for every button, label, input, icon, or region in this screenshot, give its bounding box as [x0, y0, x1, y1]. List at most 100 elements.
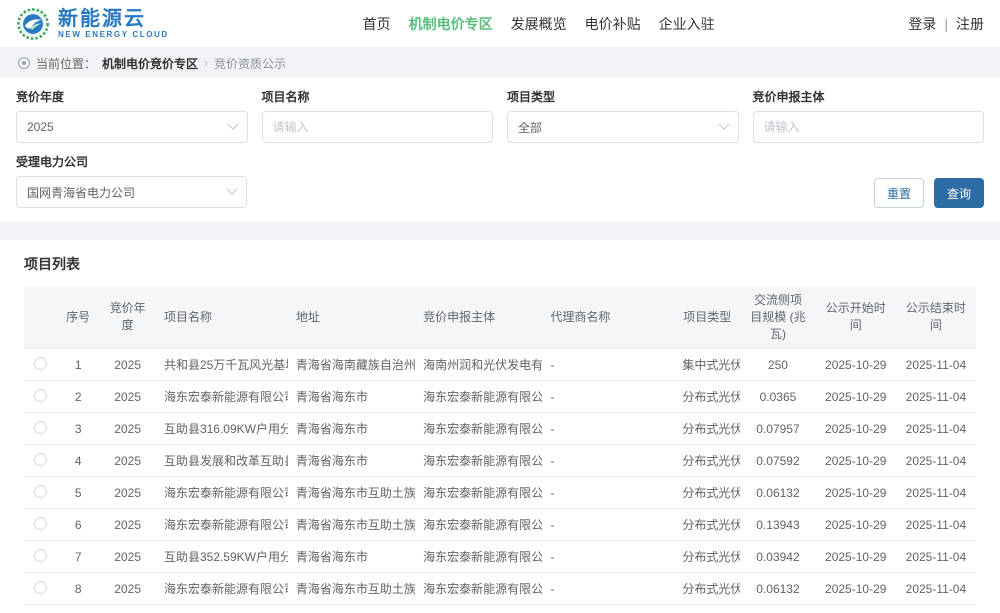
cell-seq: 3 [56, 412, 100, 446]
table-row: 72025互助县352.59KW户用分布式...青海省海东市海东宏泰新能源有限公… [24, 540, 976, 574]
cell-project-type: 分布式光伏 [674, 380, 741, 414]
nav-item[interactable]: 电价补贴 [585, 14, 641, 34]
cell-project-type: 分布式光伏 [674, 444, 741, 478]
cell-project-type: 分布式光伏 [674, 604, 741, 613]
nav-item[interactable]: 企业入驻 [659, 14, 715, 34]
column-header: 序号 [56, 286, 100, 349]
cell-agent: - [542, 348, 675, 382]
table-row: 32025互助县316.09KW户用分布式...青海省海东市海东宏泰新能源有限公… [24, 412, 976, 446]
cell-year: 2025 [99, 348, 156, 382]
register-link[interactable]: 注册 [956, 14, 984, 34]
bid-subject-input[interactable] [763, 120, 973, 134]
cell-project-name: 海东宏泰新能源有限公司项目1 [155, 604, 288, 613]
cell-address: 青海省海南藏族自治州共和县 [287, 348, 416, 382]
cell-bid-subject: 海东宏泰新能源有限公司 [415, 604, 543, 613]
cell-year: 2025 [99, 412, 156, 446]
breadcrumb-root[interactable]: 机制电价竞价专区 [102, 55, 198, 72]
table-body: 12025共和县25万千瓦风光基地源网...青海省海南藏族自治州共和县海南州润和… [24, 348, 976, 613]
row-radio[interactable] [33, 356, 47, 370]
row-radio[interactable] [33, 484, 47, 498]
cell-year: 2025 [99, 380, 156, 414]
section-title: 项目列表 [24, 256, 80, 272]
filter-year: 竞价年度 2025 [16, 88, 248, 143]
row-radio[interactable] [33, 388, 47, 402]
cell-year: 2025 [99, 540, 156, 574]
column-header: 竞价年度 [99, 286, 156, 349]
cell-scale: 0.13943 [740, 508, 816, 542]
cell-agent: - [542, 476, 675, 510]
reset-button[interactable]: 重置 [873, 178, 924, 208]
nav-item[interactable]: 机制电价专区 [409, 14, 493, 34]
cell-start-time: 2025-10-29 [815, 444, 896, 478]
cell-start-time: 2025-10-29 [815, 380, 896, 414]
column-header: 公示结束时间 [895, 286, 976, 349]
brand-logo[interactable]: 新能源云 NEW ENERGY CLOUD [16, 7, 169, 41]
project-name-input[interactable] [272, 120, 482, 134]
row-radio[interactable] [33, 452, 47, 466]
filter-project-type-label: 项目类型 [507, 90, 556, 104]
row-radio[interactable] [33, 420, 47, 434]
cell-agent: - [542, 380, 675, 414]
auth-divider: | [944, 15, 948, 32]
cell-end-time: 2025-11-04 [895, 476, 976, 510]
table-row: 82025海东宏泰新能源有限公司项目1青海省海东市互助土族自治县海东宏泰新能源有… [24, 572, 976, 606]
cell-address: 青海省海东市 [287, 540, 416, 574]
cell-seq: 1 [56, 348, 100, 382]
login-link[interactable]: 登录 [908, 14, 936, 34]
cell-bid-subject: 海东宏泰新能源有限公司 [415, 540, 543, 574]
cell-year: 2025 [99, 508, 156, 542]
cell-bid-subject: 海东宏泰新能源有限公司 [415, 508, 543, 542]
cell-bid-subject: 海东宏泰新能源有限公司 [415, 380, 543, 414]
filter-year-label: 竞价年度 [16, 90, 65, 104]
brand-text: 新能源云 NEW ENERGY CLOUD [58, 8, 169, 39]
cell-project-name: 海东宏泰新能源有限公司项目1 [155, 508, 288, 542]
cell-project-name: 互助县316.09KW户用分布式... [155, 412, 288, 446]
cell-seq: 9 [56, 604, 100, 613]
cell-project-name: 海东宏泰新能源有限公司庭院... [155, 380, 288, 414]
nav-item[interactable]: 发展概览 [511, 14, 567, 34]
power-company-select[interactable]: 国网青海省电力公司 [16, 176, 247, 208]
main-nav: 首页 机制电价专区 发展概览 电价补贴 企业入驻 [363, 14, 715, 34]
location-target-icon [18, 57, 30, 69]
cell-project-name: 互助县352.59KW户用分布式... [155, 540, 288, 574]
cell-agent: - [542, 572, 675, 606]
cell-year: 2025 [99, 604, 156, 613]
cell-address: 青海省海东市互助土族自治县 [287, 572, 416, 606]
row-radio[interactable] [33, 580, 47, 594]
cell-project-type: 分布式光伏 [674, 476, 741, 510]
cell-address: 青海省海东市互助土族自治县 [287, 476, 416, 510]
cell-address: 青海省海东市 [287, 412, 416, 446]
cell-address: 青海省海东市 [287, 444, 416, 478]
search-button[interactable]: 查询 [933, 178, 984, 208]
column-header: 项目类型 [674, 286, 741, 349]
table-row: 52025海东宏泰新能源有限公司项目1青海省海东市互助土族自治县海东宏泰新能源有… [24, 476, 976, 510]
cell-start-time: 2025-10-29 [815, 508, 896, 542]
nav-item[interactable]: 首页 [363, 14, 391, 34]
cell-scale: 0.0803 [740, 604, 816, 613]
cell-seq: 2 [56, 380, 100, 414]
year-select[interactable]: 2025 [16, 111, 248, 143]
project-type-select[interactable]: 全部 [507, 111, 739, 143]
cell-year: 2025 [99, 444, 156, 478]
chevron-down-icon [717, 118, 730, 130]
filter-bid-subject: 竞价申报主体 [752, 88, 984, 143]
cell-project-type: 分布式光伏 [674, 572, 741, 606]
row-radio[interactable] [33, 548, 47, 562]
cell-agent: - [542, 540, 675, 574]
cell-year: 2025 [99, 476, 156, 510]
column-header: 交流侧项目规模 (兆瓦) [740, 286, 816, 349]
filter-power-company: 受理电力公司 国网青海省电力公司 [16, 153, 247, 208]
breadcrumb-current: 竞价资质公示 [214, 56, 287, 71]
power-company-select-value: 国网青海省电力公司 [27, 185, 136, 200]
row-radio[interactable] [33, 516, 47, 530]
cell-end-time: 2025-11-04 [895, 412, 976, 446]
cell-project-type: 分布式光伏 [674, 540, 741, 574]
project-type-select-value: 全部 [518, 120, 543, 135]
cell-seq: 4 [56, 444, 100, 478]
brand-title: 新能源云 [58, 8, 146, 30]
cell-bid-subject: 海东宏泰新能源有限公司 [415, 444, 543, 478]
cell-scale: 250 [740, 348, 816, 382]
cell-end-time: 2025-11-04 [895, 444, 976, 478]
table-header-row: 序号 竞价年度 项目名称 地址 竞价申报主体 代理商名称 项目类型 交流侧项目规模 (兆瓦) 公… [24, 286, 976, 349]
cell-scale: 0.0365 [740, 380, 816, 414]
